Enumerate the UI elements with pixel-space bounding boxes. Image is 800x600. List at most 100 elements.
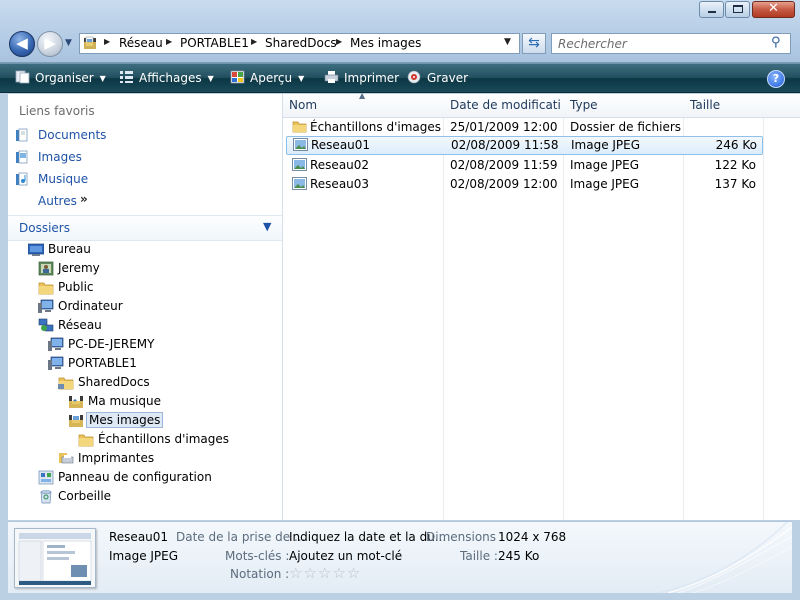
network-icon xyxy=(38,318,54,332)
rating-star-icon[interactable]: ☆ xyxy=(332,564,345,582)
maximize-icon xyxy=(733,5,743,13)
pictures-folder-icon xyxy=(69,414,83,427)
dimensions-value: 1024 x 768 xyxy=(498,530,567,544)
file-row[interactable]: Reseau01 02/08/2009 11:58 Image JPEG 246… xyxy=(286,136,763,155)
title-bar: ✕ ◀ ▶ ▼ ▶ Réseau ▶ PORTABLE1 ▶ SharedDoc… xyxy=(0,0,800,63)
keywords-value[interactable]: Ajoutez un mot-clé xyxy=(289,549,402,563)
navigation-pane: Liens favoris Documents Images Musique A… xyxy=(8,94,283,520)
details-pane: Reseau01 Image JPEG Date de la prise de … xyxy=(8,521,792,593)
refresh-button[interactable]: ⇆ xyxy=(522,33,546,54)
search-input[interactable] xyxy=(556,35,765,53)
close-button[interactable]: ✕ xyxy=(752,1,795,18)
file-row[interactable]: Échantillons d'images 25/01/2009 12:00 D… xyxy=(283,118,762,137)
organize-label: Organiser xyxy=(35,71,94,85)
rating-star-icon[interactable]: ☆ xyxy=(303,564,316,582)
details-file-name: Reseau01 xyxy=(109,530,169,544)
image-file-icon xyxy=(293,138,308,151)
column-separator[interactable] xyxy=(763,94,764,520)
rating-label: Notation : xyxy=(230,567,290,581)
address-dropdown-icon[interactable]: ▼ xyxy=(504,37,511,47)
tree-label: Ordinateur xyxy=(58,299,123,313)
refresh-icon: ⇆ xyxy=(528,35,540,51)
breadcrumb-separator-icon[interactable]: ▶ xyxy=(336,37,342,46)
tree-label: SharedDocs xyxy=(78,375,150,389)
favorite-link-musique[interactable]: Musique xyxy=(38,172,88,186)
desktop-icon xyxy=(28,243,44,256)
chevron-down-icon[interactable]: ▼ xyxy=(263,220,271,233)
favorite-link-documents[interactable]: Documents xyxy=(38,128,106,142)
details-file-type: Image JPEG xyxy=(109,549,179,563)
minimize-icon xyxy=(708,11,716,13)
rating-star-icon[interactable]: ☆ xyxy=(318,564,331,582)
breadcrumb-reseau[interactable]: Réseau xyxy=(119,36,163,50)
views-icon xyxy=(120,71,133,83)
recent-pages-dropdown[interactable]: ▼ xyxy=(65,38,72,48)
file-type: Dossier de fichiers xyxy=(570,120,682,134)
folder-icon xyxy=(78,434,94,447)
shared-folder-icon xyxy=(58,377,74,390)
chevron-down-icon: ▼ xyxy=(207,74,214,83)
help-button[interactable]: ? xyxy=(767,70,785,88)
date-taken-label: Date de la prise de ... xyxy=(176,530,306,544)
file-row[interactable]: Reseau02 02/08/2009 11:59 Image JPEG 122… xyxy=(283,156,762,175)
favorite-links-title: Liens favoris xyxy=(19,104,95,118)
column-header-name[interactable]: Nom xyxy=(289,98,439,112)
breadcrumb-separator-icon[interactable]: ▶ xyxy=(251,37,257,46)
folder-icon xyxy=(38,282,54,295)
column-header-type[interactable]: Type xyxy=(570,98,680,112)
tree-label: Public xyxy=(58,280,94,294)
search-box[interactable]: ⚲ xyxy=(551,33,791,54)
rating-stars[interactable]: ☆☆☆☆☆ xyxy=(289,564,361,582)
burn-label: Graver xyxy=(427,71,469,85)
file-type: Image JPEG xyxy=(571,138,641,152)
folders-header[interactable]: Dossiers ▼ xyxy=(8,215,282,241)
views-button[interactable]: Affichages ▼ xyxy=(119,70,214,88)
back-arrow-icon: ◀ xyxy=(16,34,28,52)
search-icon[interactable]: ⚲ xyxy=(771,35,781,50)
image-file-icon xyxy=(292,158,307,171)
file-row[interactable]: Reseau03 02/08/2009 12:00 Image JPEG 137… xyxy=(283,175,762,194)
minimize-button[interactable] xyxy=(699,1,724,18)
forward-button[interactable]: ▶ xyxy=(37,31,63,57)
breadcrumb-separator-icon[interactable]: ▶ xyxy=(104,37,110,46)
music-icon xyxy=(16,172,28,186)
double-chevron-icon[interactable]: » xyxy=(80,192,88,206)
command-bar: Organiser ▼ Affichages ▼ Aperçu ▼ Imprimer xyxy=(0,63,800,93)
preview-button[interactable]: Aperçu ▼ xyxy=(230,70,304,88)
rating-star-icon[interactable]: ☆ xyxy=(289,564,302,582)
back-button[interactable]: ◀ xyxy=(9,31,35,57)
column-headers: ▲ Nom Date de modificati... Type Taille xyxy=(283,91,800,118)
column-header-size[interactable]: Taille xyxy=(690,98,760,112)
burn-button[interactable]: Graver xyxy=(407,70,468,88)
documents-icon xyxy=(16,128,28,142)
organize-button[interactable]: Organiser ▼ xyxy=(15,70,106,88)
print-label: Imprimer xyxy=(344,71,400,85)
dimensions-label: Dimensions : xyxy=(426,530,504,544)
tree-label: Jeremy xyxy=(58,261,100,275)
address-bar[interactable]: ▶ Réseau ▶ PORTABLE1 ▶ SharedDocs ▶ Mes … xyxy=(79,33,520,54)
favorite-link-images[interactable]: Images xyxy=(38,150,82,164)
tree-label: Échantillons d'images xyxy=(98,432,230,446)
close-icon: ✕ xyxy=(768,1,779,16)
tree-label: Panneau de configuration xyxy=(58,470,212,484)
control-panel-icon xyxy=(38,470,54,485)
file-size: 246 Ko xyxy=(715,138,757,152)
file-name: Reseau02 xyxy=(310,158,370,172)
breadcrumb-portable1[interactable]: PORTABLE1 xyxy=(180,36,249,50)
forward-arrow-icon: ▶ xyxy=(44,34,56,52)
breadcrumb-shareddocs[interactable]: SharedDocs xyxy=(265,36,337,50)
print-button[interactable]: Imprimer xyxy=(324,70,399,88)
breadcrumb-mes-images[interactable]: Mes images xyxy=(350,36,421,50)
file-date: 25/01/2009 12:00 xyxy=(450,120,558,134)
file-type: Image JPEG xyxy=(570,158,640,172)
file-date: 02/08/2009 11:58 xyxy=(451,138,559,152)
more-links[interactable]: Autres xyxy=(38,194,77,208)
breadcrumb-separator-icon[interactable]: ▶ xyxy=(166,37,172,46)
rating-star-icon[interactable]: ☆ xyxy=(347,564,360,582)
maximize-button[interactable] xyxy=(725,1,750,18)
preview-label: Aperçu xyxy=(250,71,293,85)
printer-icon xyxy=(324,71,339,83)
date-taken-value[interactable]: Indiquez la date et la du... xyxy=(289,530,446,544)
tree-label: Mes images xyxy=(86,412,164,428)
column-header-date[interactable]: Date de modificati... xyxy=(450,98,560,112)
